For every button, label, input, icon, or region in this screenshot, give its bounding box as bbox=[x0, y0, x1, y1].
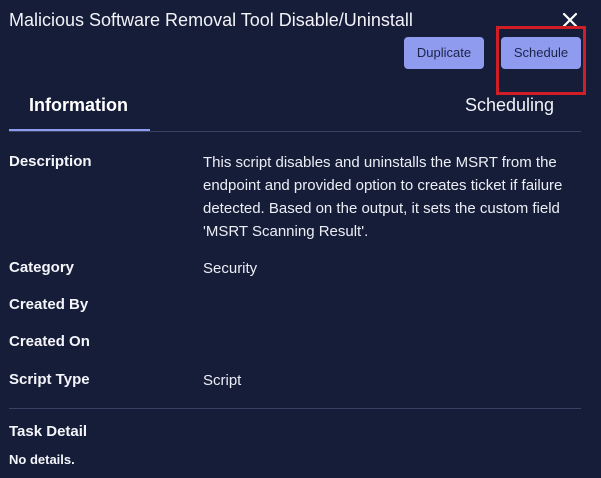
description-label: Description bbox=[9, 153, 92, 170]
task-detail-label: Task Detail bbox=[9, 423, 88, 440]
duplicate-button[interactable]: Duplicate bbox=[404, 37, 484, 69]
script-type-value: Script bbox=[203, 372, 242, 389]
section-divider bbox=[9, 408, 581, 409]
created-on-label: Created On bbox=[9, 333, 90, 350]
task-detail-value: No details. bbox=[9, 452, 75, 467]
category-label: Category bbox=[9, 259, 75, 276]
category-value: Security bbox=[203, 260, 258, 277]
tab-divider bbox=[9, 131, 581, 132]
script-type-label: Script Type bbox=[9, 371, 90, 388]
script-detail-panel: Malicious Software Removal Tool Disable/… bbox=[0, 0, 601, 478]
tab-information[interactable]: Information bbox=[29, 94, 128, 116]
close-icon[interactable] bbox=[559, 9, 581, 31]
created-by-label: Created By bbox=[9, 296, 89, 313]
tab-scheduling[interactable]: Scheduling bbox=[465, 94, 554, 116]
dialog-title: Malicious Software Removal Tool Disable/… bbox=[9, 10, 413, 30]
description-value: This script disables and uninstalls the … bbox=[203, 154, 563, 240]
schedule-button[interactable]: Schedule bbox=[501, 37, 581, 69]
